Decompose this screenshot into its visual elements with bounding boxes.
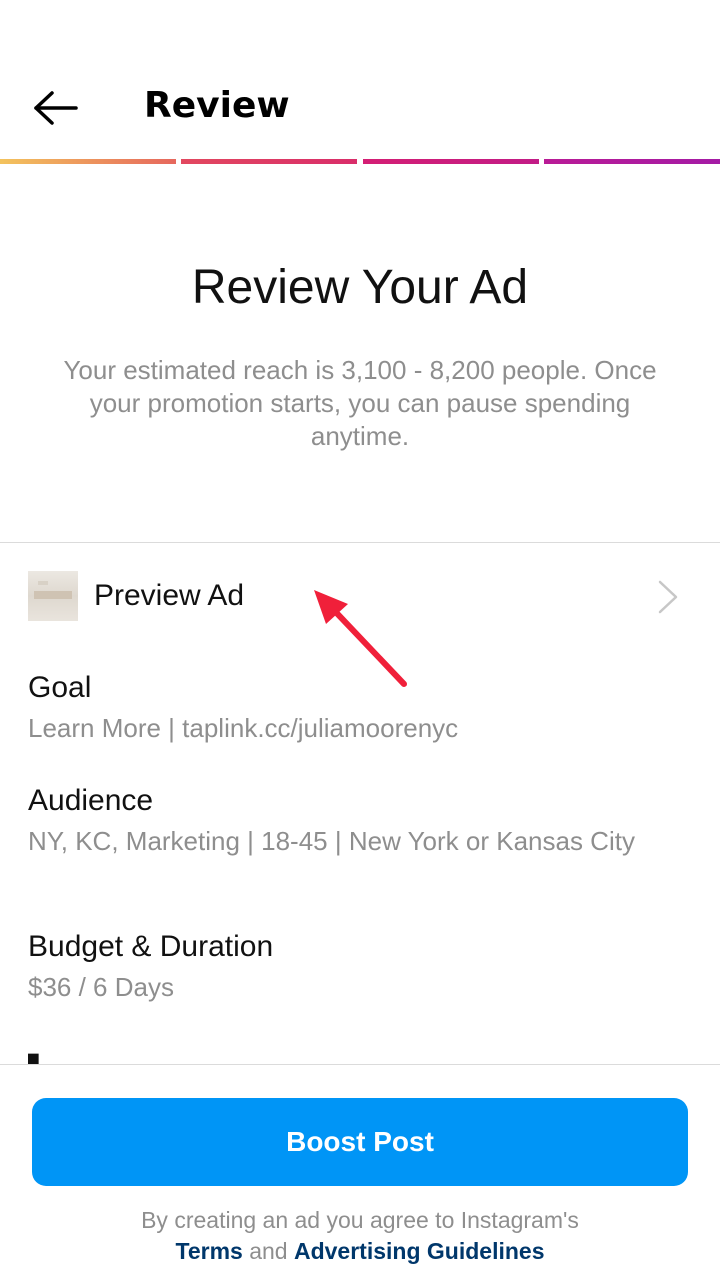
top-bar: Review — [0, 0, 720, 160]
page-title: Review — [144, 85, 290, 126]
legal-text: By creating an ad you agree to Instagram… — [0, 1205, 720, 1267]
legal-prefix: By creating an ad you agree to Instagram… — [141, 1207, 579, 1233]
footer: Boost Post By creating an ad you agree t… — [0, 1064, 720, 1280]
progress-step-2 — [181, 159, 358, 164]
divider — [0, 542, 720, 543]
arrow-left-icon — [34, 91, 78, 125]
goal-section[interactable]: Goal Learn More | taplink.cc/juliamooren… — [28, 670, 668, 745]
audience-title: Audience — [28, 784, 154, 817]
boost-post-button[interactable]: Boost Post — [32, 1098, 688, 1186]
step-progress-bar — [0, 159, 720, 164]
ad-thumbnail — [28, 571, 78, 621]
audience-value: NY, KC, Marketing | 18-45 | New York or … — [28, 826, 635, 856]
back-button[interactable] — [24, 82, 88, 134]
goal-value: Learn More | taplink.cc/juliamoorenyc — [28, 713, 459, 743]
progress-step-1 — [0, 159, 176, 164]
goal-title: Goal — [28, 671, 92, 704]
chevron-right-icon — [650, 578, 686, 616]
preview-ad-row[interactable]: Preview Ad — [0, 560, 720, 634]
terms-link[interactable]: Terms — [176, 1238, 243, 1264]
advertising-guidelines-link[interactable]: Advertising Guidelines — [294, 1238, 545, 1264]
review-screen: Review Review Your Ad Your estimated rea… — [0, 0, 720, 1280]
legal-and: and — [249, 1238, 288, 1264]
review-heading: Review Your Ad — [191, 261, 529, 314]
progress-step-3 — [362, 159, 539, 164]
budget-title: Budget & Duration — [28, 930, 274, 963]
preview-ad-label: Preview Ad — [94, 579, 245, 612]
budget-section[interactable]: Budget & Duration $36 / 6 Days — [28, 929, 668, 1004]
progress-step-4 — [543, 159, 720, 164]
audience-section[interactable]: Audience NY, KC, Marketing | 18-45 | New… — [28, 783, 638, 858]
budget-value: $36 / 6 Days — [28, 972, 174, 1002]
reach-description: Your estimated reach is 3,100 - 8,200 pe… — [63, 355, 657, 451]
next-section-partial: ▌▬▬▬▬ — [28, 1050, 668, 1064]
